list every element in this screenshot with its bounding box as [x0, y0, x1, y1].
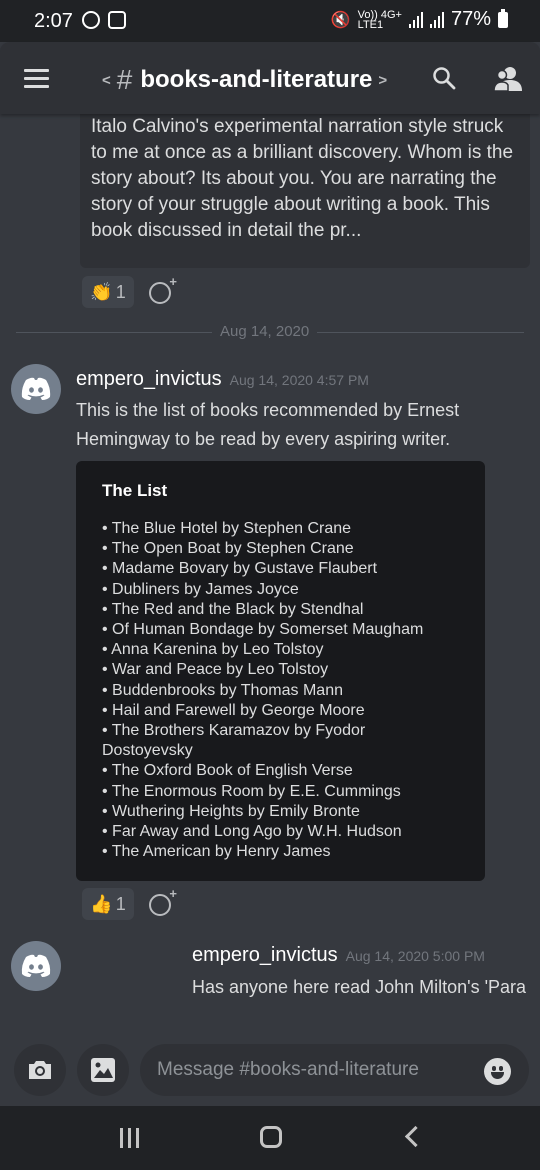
- list-item: • War and Peace by Leo Tolstoy: [102, 661, 329, 679]
- avatar[interactable]: [11, 941, 61, 991]
- username[interactable]: empero_invictus: [192, 944, 338, 967]
- discord-logo-icon: [21, 377, 51, 400]
- signal-icon-2: [429, 11, 444, 28]
- chevron-right-icon: >: [378, 71, 388, 89]
- embed-title: The List: [102, 481, 168, 500]
- mute-icon: 🔇: [330, 11, 351, 29]
- list-item: • The Blue Hotel by Stephen Crane: [102, 520, 352, 537]
- add-reaction-icon[interactable]: [149, 886, 177, 916]
- list-item: • Hail and Farewell by George Moore: [102, 701, 365, 719]
- message-input[interactable]: [140, 1044, 529, 1096]
- timestamp: Aug 14, 2020 5:00 PM: [345, 948, 485, 964]
- reaction-count: 1: [115, 893, 126, 914]
- image-icon: [91, 1058, 115, 1082]
- battery-percent: 77%: [450, 8, 491, 30]
- hash-icon: #: [116, 64, 133, 95]
- members-icon[interactable]: [494, 66, 522, 92]
- list-item: • The Oxford Book of English Verse: [102, 762, 353, 780]
- system-nav-bar: [0, 1106, 540, 1170]
- message-text-line: This is the list of books recommended by…: [76, 400, 460, 420]
- back-icon[interactable]: [404, 1125, 427, 1148]
- list-item: • Dubliners by James Joyce: [102, 580, 299, 598]
- date-divider: Aug 14, 2020: [212, 323, 318, 340]
- search-icon[interactable]: [432, 66, 456, 90]
- chevron-left-icon: <: [102, 71, 111, 89]
- message-text: This is the list of books recommended by…: [76, 396, 459, 454]
- status-time: 2:07: [34, 10, 73, 32]
- list-item: • The American by Henry James: [102, 843, 331, 861]
- list-item: Dostoyevsky: [102, 742, 193, 760]
- emoji-icon[interactable]: [484, 1058, 511, 1085]
- image-button[interactable]: [77, 1044, 129, 1096]
- list-item: • Madame Bovary by Gustave Flaubert: [102, 560, 378, 578]
- channel-title[interactable]: < # books-and-literature >: [96, 64, 393, 96]
- list-item: • The Brothers Karamazov by Fyodor: [102, 722, 366, 740]
- list-item: • Wuthering Heights by Emily Bronte: [102, 802, 360, 820]
- signal-icon: [408, 11, 423, 28]
- network-label-bottom: LTE1: [357, 18, 384, 31]
- previous-embed: Italo Calvino's experimental narration s…: [80, 114, 530, 268]
- list-item: • The Red and the Black by Stendhal: [102, 600, 364, 618]
- camera-icon: [29, 1061, 51, 1079]
- list-item: • Buddenbrooks by Thomas Mann: [102, 681, 343, 699]
- reaction-count: 1: [115, 281, 126, 302]
- list-item: • Of Human Bondage by Somerset Maugham: [102, 621, 424, 639]
- avatar[interactable]: [11, 364, 61, 414]
- status-bar: 2:07 🔇 Vo)) 4G+ LTE1 77%: [0, 0, 540, 42]
- message-list[interactable]: Italo Calvino's experimental narration s…: [0, 114, 540, 1024]
- previous-embed-text: Italo Calvino's experimental narration s…: [91, 116, 514, 241]
- message-input-bar: [0, 1034, 540, 1106]
- book-list-embed: The List • The Blue Hotel by Stephen Cra…: [76, 461, 485, 881]
- clap-emoji: 👏: [90, 281, 113, 302]
- list-item: • The Open Boat by Stephen Crane: [102, 540, 354, 558]
- message-text-line: Hemingway to be read by every aspiring w…: [76, 429, 451, 449]
- whatsapp-icon: [82, 11, 100, 29]
- thumbs-up-emoji: 👍: [90, 893, 113, 914]
- username[interactable]: empero_invictus: [76, 368, 222, 391]
- menu-icon[interactable]: [24, 69, 49, 93]
- channel-name: books-and-literature: [140, 66, 373, 93]
- timestamp: Aug 14, 2020 4:57 PM: [229, 372, 369, 388]
- list-item: • Anna Karenina by Leo Tolstoy: [102, 641, 324, 659]
- message-text: Has anyone here read John Milton's 'Para: [192, 977, 527, 997]
- camera-button[interactable]: [14, 1044, 66, 1096]
- channel-header: < # books-and-literature >: [0, 42, 540, 114]
- add-reaction-icon[interactable]: [149, 274, 177, 304]
- clap-reaction[interactable]: 👏 1: [82, 276, 134, 308]
- network-label-top: Vo)) 4G+: [357, 8, 402, 21]
- list-item: • The Enormous Room by E.E. Cummings: [102, 782, 401, 800]
- discord-logo-icon: [21, 954, 51, 977]
- sim-icon: [108, 11, 126, 29]
- list-item: • Far Away and Long Ago by W.H. Hudson: [102, 823, 402, 841]
- recent-apps-icon[interactable]: [120, 1128, 139, 1148]
- thumbs-up-reaction[interactable]: 👍 1: [82, 888, 134, 920]
- home-icon[interactable]: [260, 1126, 282, 1148]
- battery-icon: [498, 8, 508, 28]
